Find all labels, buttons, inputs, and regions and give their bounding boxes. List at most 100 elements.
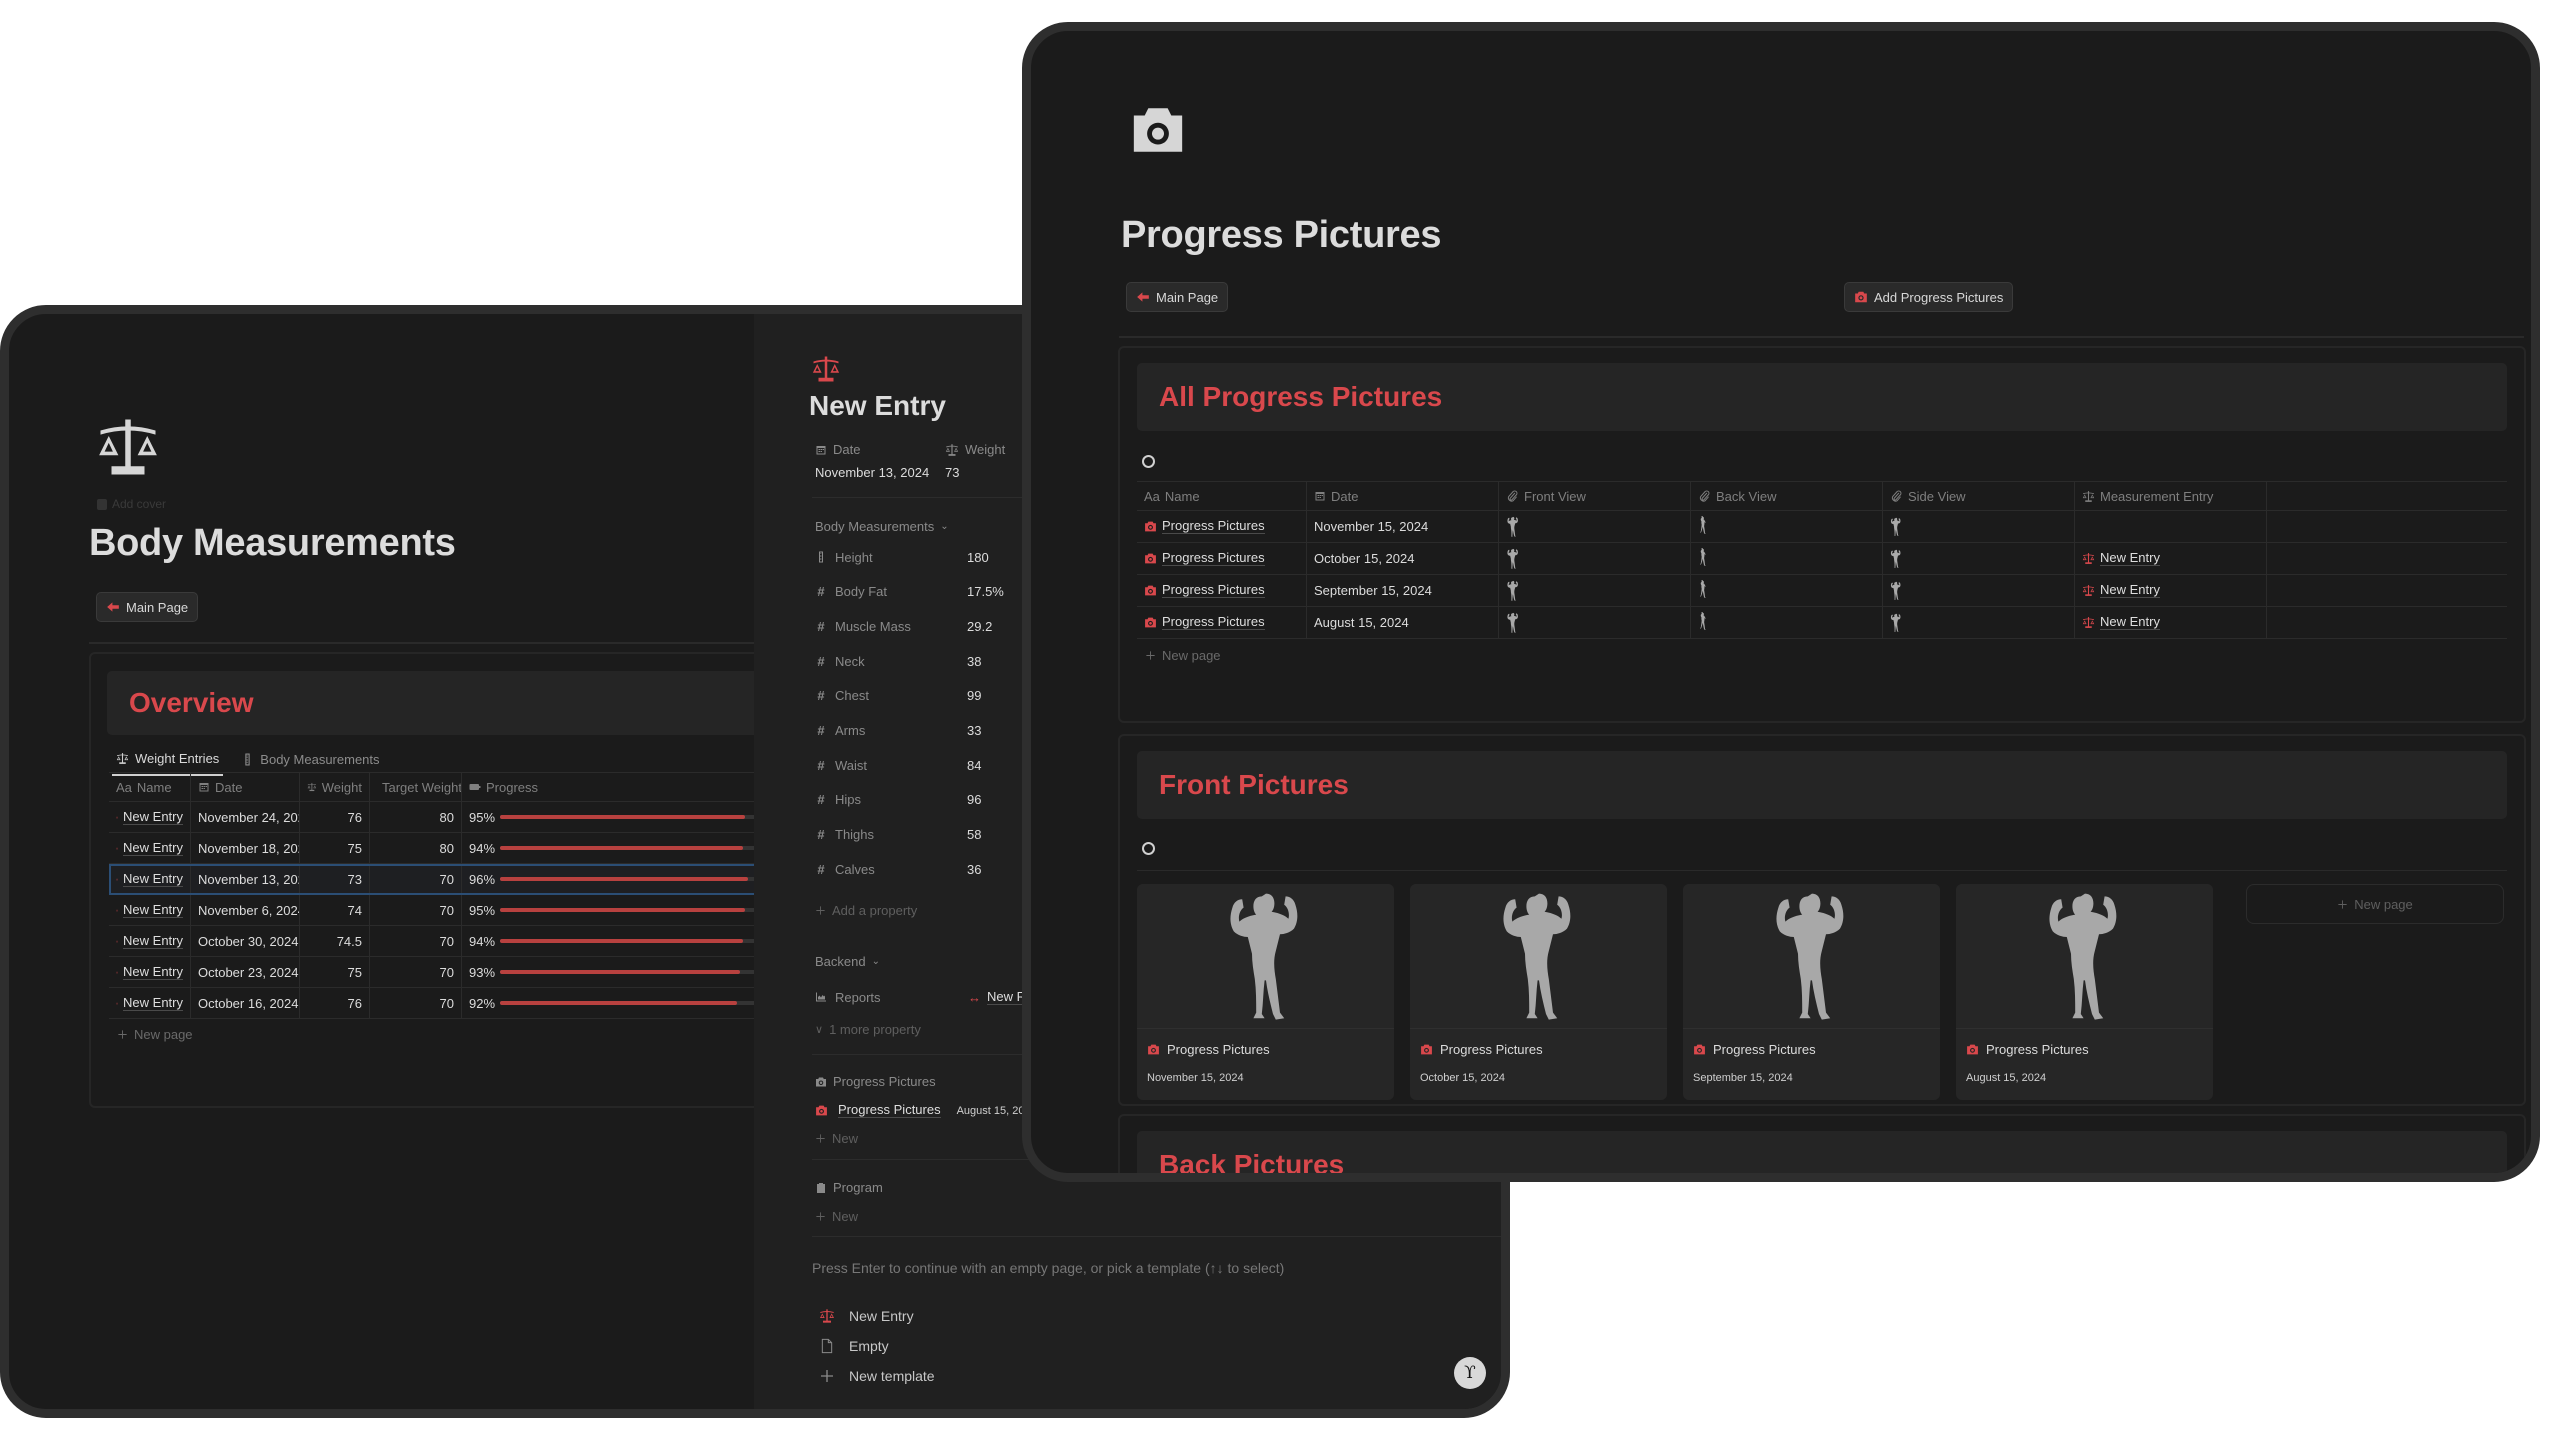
name-cell[interactable]: Progress Pictures (1137, 575, 1307, 606)
photo-thumbnail-icon[interactable] (1698, 548, 1708, 570)
main-page-button[interactable]: Main Page (1126, 282, 1229, 312)
photo-thumbnail-icon[interactable] (1506, 516, 1520, 538)
weight-cell[interactable]: 74 (300, 895, 370, 925)
name-cell[interactable]: New Entry (109, 833, 191, 863)
column-header-date[interactable]: Date (191, 773, 300, 801)
gallery-card[interactable]: Progress Pictures September 15, 2024 (1683, 884, 1940, 1100)
weight-cell[interactable]: 73 (300, 864, 370, 894)
photo-thumbnail-icon[interactable] (1698, 580, 1708, 602)
column-header-date[interactable]: Date (1307, 482, 1499, 510)
date-value[interactable]: November 13, 2024 (815, 465, 933, 480)
date-cell[interactable]: October 16, 2024 (191, 988, 300, 1018)
side-view-cell[interactable] (1883, 575, 2075, 606)
table-row[interactable]: New Entry October 16, 2024 76 70 92% (109, 988, 769, 1019)
column-header-side-view[interactable]: Side View (1883, 482, 2075, 510)
target-weight-cell[interactable]: 70 (370, 988, 462, 1018)
entry-link[interactable]: New Entry (123, 809, 183, 825)
column-header-name[interactable]: Aa Name (109, 773, 191, 801)
weight-cell[interactable]: 76 (300, 802, 370, 832)
name-cell[interactable]: New Entry (109, 864, 191, 894)
back-view-cell[interactable] (1691, 511, 1883, 542)
date-cell[interactable]: October 15, 2024 (1307, 543, 1499, 574)
target-weight-cell[interactable]: 80 (370, 833, 462, 863)
progress-pictures-linked-item[interactable]: Progress Pictures August 15, 20 (815, 1103, 1024, 1118)
front-view-cell[interactable] (1499, 511, 1691, 542)
measurement-entry-link[interactable]: New Entry (2100, 615, 2160, 630)
date-cell[interactable]: September 15, 2024 (1307, 575, 1499, 606)
property-value[interactable]: 84 (967, 758, 981, 773)
side-view-cell[interactable] (1883, 511, 2075, 542)
column-header-front-view[interactable]: Front View (1499, 482, 1691, 510)
column-header-target-weight[interactable]: Target Weight (370, 773, 462, 801)
front-view-cell[interactable] (1499, 607, 1691, 638)
new-page-card[interactable]: New page (2246, 884, 2504, 924)
name-cell[interactable]: New Entry (109, 957, 191, 987)
photo-thumbnail-icon[interactable] (1890, 516, 1902, 538)
measurement-entry-cell[interactable]: New Entry (2075, 543, 2267, 574)
front-view-cell[interactable] (1499, 543, 1691, 574)
template-new-entry[interactable]: New Entry (819, 1308, 914, 1324)
measurement-entry-cell[interactable]: New Entry (2075, 607, 2267, 638)
back-view-cell[interactable] (1691, 543, 1883, 574)
backend-group-toggle[interactable]: Backend ⌄ (815, 954, 880, 969)
target-weight-cell[interactable]: 70 (370, 926, 462, 956)
weight-cell[interactable]: 76 (300, 988, 370, 1018)
entry-link[interactable]: New Entry (123, 840, 183, 856)
entry-link[interactable]: Progress Pictures (1162, 583, 1265, 598)
photo-thumbnail-icon[interactable] (1506, 548, 1520, 570)
gallery-card[interactable]: Progress Pictures October 15, 2024 (1410, 884, 1667, 1100)
entry-link[interactable]: New Entry (123, 902, 183, 918)
table-row[interactable]: Progress Pictures October 15, 2024 New Ent… (1137, 543, 2507, 575)
column-header-progress[interactable]: Progress (462, 773, 769, 801)
add-progress-pictures-button[interactable]: Add Progress Pictures (1844, 282, 2014, 312)
help-assistant-button[interactable]: ϒ (1454, 1357, 1486, 1389)
date-cell[interactable]: November 15, 2024 (1307, 511, 1499, 542)
photo-thumbnail-icon[interactable] (1698, 612, 1708, 634)
table-row[interactable]: New Entry November 6, 2024 74 70 95% (109, 895, 769, 926)
photo-thumbnail-icon[interactable] (1506, 580, 1520, 602)
target-weight-cell[interactable]: 70 (370, 957, 462, 987)
column-header-weight[interactable]: Weight (300, 773, 370, 801)
measurement-entry-link[interactable]: New Entry (2100, 551, 2160, 566)
name-cell[interactable]: Progress Pictures (1137, 511, 1307, 542)
new-page-button[interactable]: New page (1137, 639, 2507, 671)
property-value[interactable]: 180 (967, 550, 989, 565)
table-row[interactable]: New Entry November 24, 20247680 95% (109, 802, 769, 833)
table-row[interactable]: New Entry November 13, 20247370 96% (109, 864, 769, 895)
back-view-cell[interactable] (1691, 607, 1883, 638)
column-header-measurement-entry[interactable]: Measurement Entry (2075, 482, 2267, 510)
name-cell[interactable]: New Entry (109, 802, 191, 832)
target-weight-cell[interactable]: 70 (370, 864, 462, 894)
name-cell[interactable]: New Entry (109, 895, 191, 925)
date-cell[interactable]: October 30, 2024 (191, 926, 300, 956)
more-properties-toggle[interactable]: ∨ 1 more property (815, 1022, 921, 1037)
measurement-entry-link[interactable]: New Entry (2100, 583, 2160, 598)
template-new-template[interactable]: New template (819, 1368, 935, 1384)
property-value[interactable]: 29.2 (967, 619, 992, 634)
gallery-card[interactable]: Progress Pictures August 15, 2024 (1956, 884, 2213, 1100)
entry-link[interactable]: New Entry (123, 871, 183, 887)
weight-cell[interactable]: 75 (300, 957, 370, 987)
table-row[interactable]: New Entry October 30, 2024 74.5 70 94% (109, 926, 769, 957)
property-value[interactable]: 99 (967, 688, 981, 703)
table-row[interactable]: Progress Pictures November 15, 2024 (1137, 511, 2507, 543)
target-weight-cell[interactable]: 80 (370, 802, 462, 832)
front-view-cell[interactable] (1499, 575, 1691, 606)
entry-link[interactable]: New Entry (123, 995, 183, 1011)
reports-relation-link[interactable]: New R (987, 989, 1027, 1005)
name-cell[interactable]: Progress Pictures (1137, 607, 1307, 638)
property-value[interactable]: 38 (967, 654, 981, 669)
table-row[interactable]: Progress Pictures August 15, 2024 New Entr… (1137, 607, 2507, 639)
entry-link[interactable]: New Entry (123, 964, 183, 980)
entry-link[interactable]: Progress Pictures (1162, 519, 1265, 534)
side-view-cell[interactable] (1883, 543, 2075, 574)
table-row[interactable]: New Entry November 18, 20247580 94% (109, 833, 769, 864)
property-value[interactable]: 58 (967, 827, 981, 842)
entry-link[interactable]: New Entry (123, 933, 183, 949)
column-header-name[interactable]: Aa Name (1137, 482, 1307, 510)
back-view-cell[interactable] (1691, 575, 1883, 606)
name-cell[interactable]: New Entry (109, 988, 191, 1018)
measurement-entry-cell[interactable]: New Entry (2075, 575, 2267, 606)
name-cell[interactable]: New Entry (109, 926, 191, 956)
target-weight-cell[interactable]: 70 (370, 895, 462, 925)
